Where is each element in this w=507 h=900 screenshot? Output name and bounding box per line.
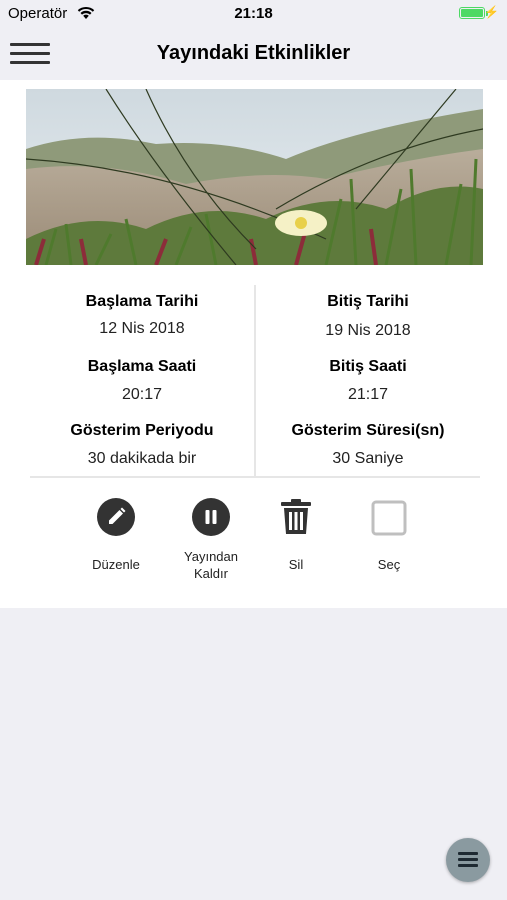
select-label: Seç	[377, 557, 401, 572]
start-date-value: 12 Nis 2018	[99, 320, 185, 337]
edit-button[interactable]: Düzenle	[66, 490, 166, 600]
end-date-label: Bitiş Tarihi	[327, 293, 409, 310]
edit-label: Düzenle	[92, 557, 140, 572]
start-time-label: Başlama Saati	[87, 358, 197, 375]
status-bar: Operatör 21:18 ⚡	[0, 0, 507, 28]
start-date-label: Başlama Tarihi	[85, 293, 199, 310]
menu-fab-button[interactable]	[446, 838, 490, 882]
action-bar: Düzenle Yayından Kaldır Sil Seç	[0, 490, 507, 600]
end-date-value: 19 Nis 2018	[325, 322, 411, 339]
page-title: Yayındaki Etkinlikler	[156, 42, 351, 64]
select-checkbox[interactable]: Seç	[339, 490, 439, 600]
end-details: Bitiş Tarihi 19 Nis 2018 Bitiş Saati 21:…	[256, 285, 480, 477]
delete-label: Sil	[288, 557, 304, 572]
clock: 21:18	[234, 5, 273, 22]
duration-label: Gösterim Süresi(sn)	[291, 422, 445, 439]
event-image[interactable]	[26, 89, 483, 265]
start-details: Başlama Tarihi 12 Nis 2018 Başlama Saati…	[30, 285, 254, 477]
pause-icon	[192, 498, 230, 536]
period-label: Gösterim Periyodu	[70, 422, 214, 439]
navigation-bar: Yayındaki Etkinlikler	[0, 28, 507, 80]
delete-button[interactable]: Sil	[246, 490, 346, 600]
details-divider	[30, 476, 480, 478]
event-card: Başlama Tarihi 12 Nis 2018 Başlama Saati…	[0, 80, 507, 608]
period-value: 30 dakikada bir	[87, 450, 197, 467]
charging-icon: ⚡	[484, 5, 499, 19]
trash-icon	[281, 499, 311, 534]
hamburger-menu-button[interactable]	[10, 38, 50, 68]
event-details: Başlama Tarihi 12 Nis 2018 Başlama Saati…	[30, 285, 480, 477]
checkbox-icon	[371, 500, 407, 536]
end-time-label: Bitiş Saati	[329, 358, 407, 375]
battery-icon	[459, 7, 488, 19]
end-time-value: 21:17	[347, 386, 389, 403]
duration-value: 30 Saniye	[332, 450, 404, 467]
pencil-icon	[97, 498, 135, 536]
start-time-value: 20:17	[121, 386, 163, 403]
